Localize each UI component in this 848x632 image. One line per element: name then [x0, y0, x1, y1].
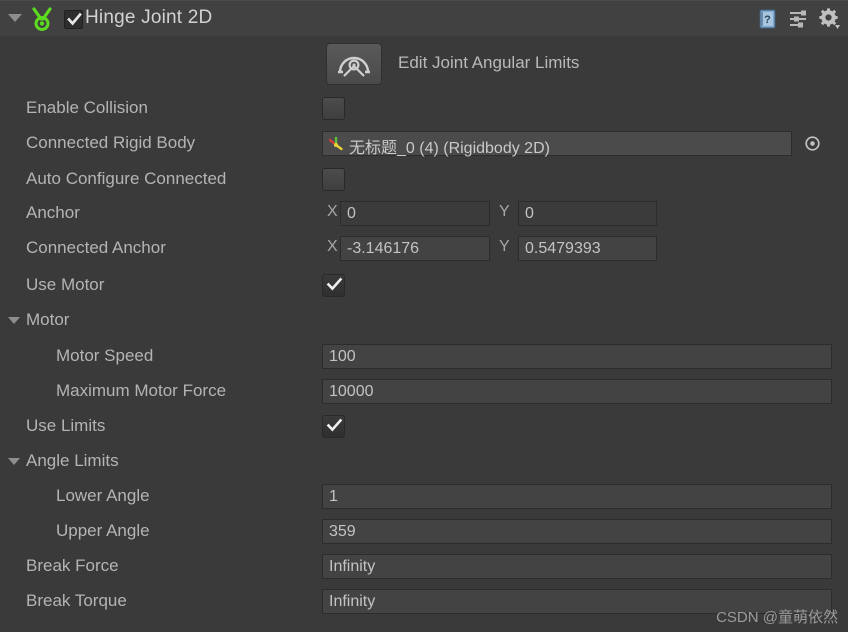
connected-rigid-body-object-field[interactable]: 无标题_0 (4) (Rigidbody 2D)	[322, 131, 792, 157]
anchor-label: Anchor	[26, 203, 80, 222]
watermark: CSDN @童萌依然	[716, 609, 838, 626]
unity-inspector-hinge-joint-2d: Hinge Joint 2D ? Edit Joint Angular Limi…	[0, 0, 848, 632]
auto-configure-connected-checkbox[interactable]	[322, 168, 345, 191]
connected-anchor-label: Connected Anchor	[26, 238, 166, 257]
angle-limits-group-label: Angle Limits	[26, 451, 119, 470]
row-connected-anchor: Connected Anchor X -3.146176 Y 0.5479393	[0, 234, 848, 263]
upper-angle-label: Upper Angle	[56, 521, 150, 540]
motor-group-label: Motor	[26, 310, 70, 329]
auto-configure-connected-label: Auto Configure Connected	[26, 169, 227, 188]
enable-collision-label: Enable Collision	[26, 98, 148, 117]
rigidbody-2d-axis-icon	[327, 135, 345, 153]
anchor-x-axis-label: X	[327, 203, 338, 220]
connected-anchor-x-input[interactable]: -3.146176	[340, 236, 490, 261]
preset-icon[interactable]	[788, 8, 810, 30]
row-motor-speed: Motor Speed 100	[0, 342, 848, 371]
component-enabled-checkbox[interactable]	[64, 10, 83, 29]
enable-collision-checkbox[interactable]	[322, 97, 345, 120]
use-limits-checkbox[interactable]	[322, 415, 345, 438]
row-auto-configure-connected: Auto Configure Connected	[0, 165, 848, 194]
break-force-value: Infinity	[329, 558, 376, 575]
header-button-group: ?	[757, 6, 841, 32]
upper-angle-value: 359	[329, 523, 356, 540]
use-motor-checkbox[interactable]	[322, 274, 345, 297]
motor-speed-value: 100	[329, 348, 356, 365]
anchor-y-value: 0	[525, 205, 534, 222]
maximum-motor-force-input[interactable]: 10000	[322, 379, 832, 404]
row-motor-group: Motor	[0, 306, 848, 335]
hinge-joint-2d-icon	[29, 6, 55, 32]
row-enable-collision: Enable Collision	[0, 94, 848, 123]
component-foldout-arrow-icon[interactable]	[8, 14, 22, 22]
angle-limits-group-foldout-arrow-icon[interactable]	[8, 458, 20, 465]
gear-icon[interactable]	[819, 8, 841, 30]
anchor-y-input[interactable]: 0	[518, 201, 657, 226]
break-torque-value: Infinity	[329, 593, 376, 610]
row-connected-rigid-body: Connected Rigid Body 无标题_0 (4) (Rigidbod…	[0, 129, 848, 158]
connected-anchor-x-value: -3.146176	[347, 240, 420, 257]
row-upper-angle: Upper Angle 359	[0, 517, 848, 546]
checkmark-icon	[325, 275, 344, 299]
help-icon[interactable]: ?	[757, 8, 779, 30]
motor-speed-label: Motor Speed	[56, 346, 154, 365]
object-picker-icon[interactable]	[804, 135, 821, 152]
use-limits-label: Use Limits	[26, 416, 106, 435]
checkmark-icon	[325, 416, 344, 440]
lower-angle-label: Lower Angle	[56, 486, 150, 505]
break-torque-label: Break Torque	[26, 591, 127, 610]
upper-angle-input[interactable]: 359	[322, 519, 832, 544]
anchor-x-input[interactable]: 0	[340, 201, 490, 226]
anchor-x-value: 0	[347, 205, 356, 222]
svg-text:?: ?	[764, 14, 771, 26]
row-use-motor: Use Motor	[0, 271, 848, 300]
break-force-label: Break Force	[26, 556, 119, 575]
lower-angle-value: 1	[329, 488, 338, 505]
checkmark-icon	[66, 11, 83, 33]
row-lower-angle: Lower Angle 1	[0, 482, 848, 511]
lower-angle-input[interactable]: 1	[322, 484, 832, 509]
component-header: Hinge Joint 2D ?	[0, 0, 848, 36]
edit-tool-row: Edit Joint Angular Limits	[0, 42, 848, 88]
connected-anchor-y-axis-label: Y	[499, 238, 510, 255]
motor-speed-input[interactable]: 100	[322, 344, 832, 369]
row-maximum-motor-force: Maximum Motor Force 10000	[0, 377, 848, 406]
connected-rigid-body-label: Connected Rigid Body	[26, 133, 196, 152]
maximum-motor-force-label: Maximum Motor Force	[56, 381, 227, 400]
connected-anchor-x-axis-label: X	[327, 238, 338, 255]
row-angle-limits-group: Angle Limits	[0, 447, 848, 476]
anchor-y-axis-label: Y	[499, 203, 510, 220]
edit-joint-angular-limits-icon	[327, 56, 381, 88]
break-force-input[interactable]: Infinity	[322, 554, 832, 579]
connected-anchor-y-value: 0.5479393	[525, 240, 601, 257]
edit-joint-angular-limits-button[interactable]	[326, 43, 382, 85]
connected-anchor-y-input[interactable]: 0.5479393	[518, 236, 657, 261]
row-break-force: Break Force Infinity	[0, 552, 848, 581]
use-motor-label: Use Motor	[26, 275, 105, 294]
row-anchor: Anchor X 0 Y 0	[0, 199, 848, 228]
maximum-motor-force-value: 10000	[329, 383, 374, 400]
edit-joint-angular-limits-label: Edit Joint Angular Limits	[398, 53, 580, 72]
component-title: Hinge Joint 2D	[85, 7, 213, 28]
row-use-limits: Use Limits	[0, 412, 848, 441]
connected-rigid-body-value: 无标题_0 (4) (Rigidbody 2D)	[349, 140, 550, 157]
motor-group-foldout-arrow-icon[interactable]	[8, 317, 20, 324]
